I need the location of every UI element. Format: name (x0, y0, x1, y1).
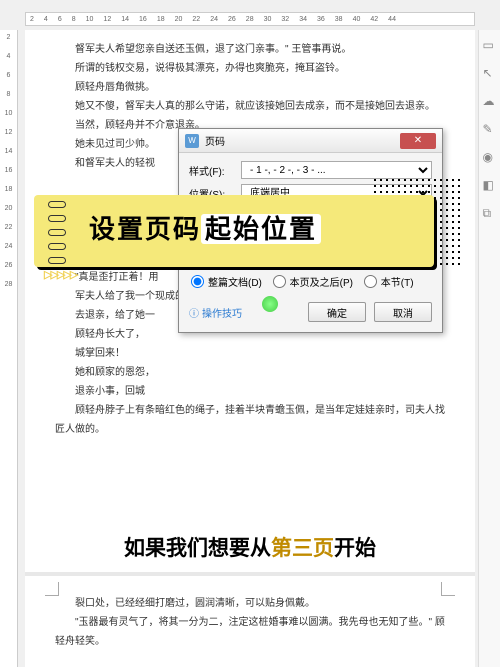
corner-mark (45, 582, 59, 596)
select-icon[interactable]: ▭ (483, 38, 497, 52)
chevron-icon: ▷▷▷▷▷ (44, 268, 76, 281)
tutorial-banner: 设置页码起始位置 ▷▷▷▷▷ (34, 195, 434, 267)
spiral-rings (48, 201, 66, 264)
cancel-button[interactable]: 取消 (374, 302, 432, 322)
style-label: 样式(F): (189, 163, 237, 178)
vertical-ruler: 246810121416182022242628 (0, 30, 18, 667)
dialog-titlebar[interactable]: W 页码 ✕ (179, 129, 442, 153)
doc-line: 退亲小事，回城 (55, 382, 445, 401)
app-icon: W (185, 134, 199, 148)
doc-line: 她和顾家的恩怨， (55, 363, 445, 382)
doc-line: 裂口处，已经经细打磨过，圆润清晰，可以贴身佩戴。 (55, 594, 445, 613)
corner-mark (441, 582, 455, 596)
scope-section-radio[interactable] (364, 275, 377, 288)
dialog-title: 页码 (205, 133, 400, 148)
doc-line: "玉器最有灵气了，将其一分为二，注定这桩婚事难以圆满。我先母也无知了些。" 顾轻… (55, 613, 445, 651)
scope-after-radio[interactable] (273, 275, 286, 288)
tips-link[interactable]: ⓘ操作技巧 (189, 305, 300, 320)
clip-icon[interactable]: ⧉ (483, 206, 497, 220)
doc-line: 顾轻舟唇角微挑。 (55, 78, 445, 97)
scope-all-radio[interactable] (191, 275, 204, 288)
cursor-icon[interactable]: ↖ (483, 66, 497, 80)
right-toolbar: ▭ ↖ ☁ ✎ ◉ ◧ ⧉ (478, 30, 500, 667)
ok-button[interactable]: 确定 (308, 302, 366, 322)
shape-icon[interactable]: ◧ (483, 178, 497, 192)
dropper-icon[interactable]: ◉ (483, 150, 497, 164)
doc-line: 城掌回来！ (55, 344, 445, 363)
document-page-2: 裂口处，已经经细打磨过，圆润清晰，可以贴身佩戴。"玉器最有灵气了，将其一分为二，… (25, 572, 475, 667)
doc-line: 所谓的钱权交易，说得极其漂亮，办得也爽脆亮，掩耳盗铃。 (55, 59, 445, 78)
banner-title: 设置页码起始位置 (89, 209, 321, 246)
pen-icon[interactable]: ✎ (483, 122, 497, 136)
doc-line: 督军夫人希望您亲自送还玉佩，退了这门亲事。" 王管事再说。 (55, 40, 445, 59)
tutorial-caption: 如果我们想要从第三页开始 (0, 532, 500, 562)
close-button[interactable]: ✕ (400, 133, 436, 149)
info-icon: ⓘ (189, 305, 199, 320)
doc-line: 顾轻舟脖子上有条暗红色的绳子，挂着半块青蟾玉佩，是当年定娃娃亲时，司夫人找匠人做… (55, 401, 445, 439)
horizontal-ruler: 2468101214161820222426283032343638404244 (25, 12, 475, 26)
cloud-icon[interactable]: ☁ (483, 94, 497, 108)
doc-line: 她又不傻，督军夫人真的那么守诺，就应该接她回去成亲，而不是接她回去退亲。 (55, 97, 445, 116)
cursor-highlight (262, 296, 278, 312)
